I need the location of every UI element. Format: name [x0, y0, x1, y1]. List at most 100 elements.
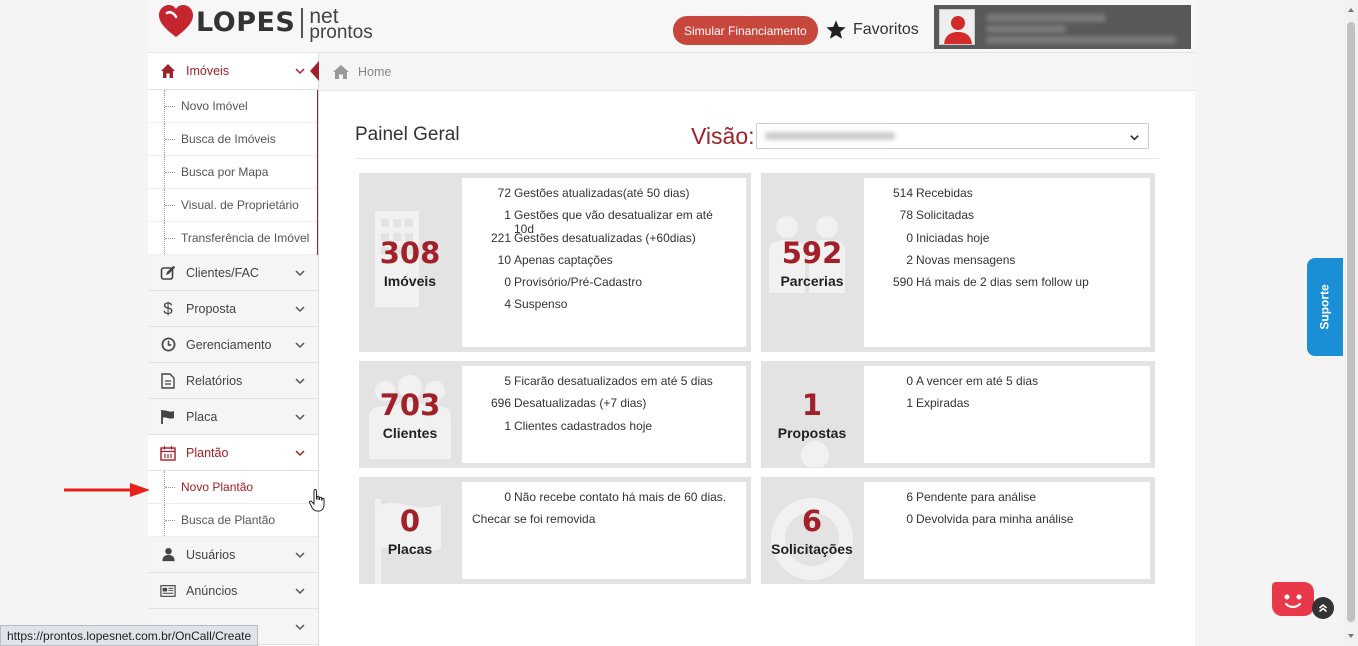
chevron-down-icon [295, 450, 305, 457]
suporte-label: Suporte [1318, 284, 1332, 330]
header: LOPES net prontos Simular Financiamento … [148, 0, 1195, 53]
stat-label: Provisório/Pré-Cadastro [514, 275, 643, 290]
sidebar-item-usuarios[interactable]: Usuários [148, 537, 318, 573]
card-imoveis[interactable]: 308 Imóveis 72 Gestões atualizadas(até 50… [359, 173, 751, 352]
stat-row[interactable]: 78 Solicitadas [874, 208, 1140, 230]
visao-select[interactable] [756, 123, 1149, 149]
card-summary: 592 Parcerias [761, 173, 863, 352]
stat-row[interactable]: 696 Desatualizadas (+7 dias) [472, 396, 736, 418]
sidebar-item-plantao[interactable]: Plantão [148, 435, 318, 471]
stat-row[interactable]: 514 Recebidas [874, 186, 1140, 208]
user-name-redacted [986, 14, 1106, 22]
stat-row[interactable]: 5 Ficarão desatualizados em até 5 dias [472, 374, 736, 396]
card-label: Imóveis [383, 272, 437, 289]
card-summary: 0 Placas [359, 477, 461, 584]
stat-row[interactable]: 1 Expiradas [874, 396, 1140, 418]
sidebar-item-gerenciamento[interactable]: Gerenciamento [148, 327, 318, 363]
logo[interactable]: LOPES net prontos [158, 4, 373, 43]
sidebar-subitem-visual-proprietario[interactable]: Visual. de Proprietário [148, 189, 317, 222]
sidebar-subitem-novo-imovel[interactable]: Novo Imóvel [148, 90, 317, 123]
stat-label: Novas mensagens [916, 252, 1016, 267]
stat-row[interactable]: 2 Novas mensagens [874, 253, 1140, 275]
stat-value: 221 [490, 230, 511, 245]
chevron-down-icon [295, 414, 305, 421]
chevron-down-icon [295, 378, 305, 385]
favorites-link[interactable]: Favoritos [825, 19, 919, 41]
chevron-down-icon [295, 270, 305, 277]
stat-value: 1 [504, 418, 511, 433]
stat-value: 78 [899, 208, 913, 223]
imoveis-submenu: Novo Imóvel Busca de Imóveis Busca por M… [148, 90, 318, 255]
stat-row[interactable]: 1 Clientes cadastrados hoje [472, 419, 736, 441]
stat-label: Iniciadas hoje [916, 230, 990, 245]
page-scrollbar[interactable] [1344, 0, 1358, 646]
stat-label: Devolvida para minha análise [916, 512, 1074, 527]
double-chevron-up-icon [1319, 604, 1327, 613]
card-number: 0 [399, 503, 421, 538]
visao-label: Visão: [691, 123, 755, 149]
stat-row[interactable]: 0 Iniciadas hoje [874, 231, 1140, 253]
stat-row[interactable]: 0A vencer em até 5 dias [874, 374, 1140, 396]
scrollbar-thumb[interactable] [1347, 22, 1355, 622]
avatar [939, 9, 975, 45]
sidebar-subitem-transferencia-imovel[interactable]: Transferência de Imóvel [148, 222, 317, 255]
stat-label: Recebidas [916, 186, 973, 200]
breadcrumb-home[interactable]: Home [358, 65, 391, 79]
sidebar-subitem-busca-imoveis[interactable]: Busca de Imóveis [148, 123, 317, 156]
user-profile[interactable] [934, 5, 1191, 49]
sidebar-subitem-busca-plantao[interactable]: Busca de Plantão [148, 504, 318, 537]
stat-row[interactable]: 1 Gestões que vão desatualizar em até 10d [472, 208, 736, 236]
simular-financiamento-button[interactable]: Simular Financiamento [673, 16, 818, 45]
stat-row[interactable]: 4 Suspenso [472, 297, 736, 319]
flag-icon [160, 409, 176, 425]
card-placas[interactable]: 0 Placas 0 Não recebe contato há mais de … [359, 477, 751, 584]
status-bar-url: https://prontos.lopesnet.com.br/OnCall/C… [0, 625, 259, 646]
annotation-arrow-icon [64, 483, 150, 497]
stat-value: 0 [906, 374, 913, 388]
card-number: 703 [379, 387, 441, 422]
card-clientes[interactable]: 703 Clientes 5 Ficarão desatualizados em … [359, 361, 751, 468]
stat-row[interactable]: 0 Devolvida para minha análise [874, 512, 1140, 534]
sidebar: Imóveis Novo Imóvel Busca de Imóveis Bus… [148, 53, 319, 646]
stat-label: Solicitadas [916, 208, 975, 223]
card-propostas[interactable]: 1 Propostas 0A vencer em até 5 dias 1 Exp… [761, 361, 1155, 468]
card-stats: 72 Gestões atualizadas(até 50 dias) 1 Gest… [462, 178, 746, 347]
card-number: 6 [801, 503, 823, 538]
logo-sub-prontos: prontos [309, 22, 373, 43]
sidebar-item-placa[interactable]: Placa [148, 399, 318, 435]
stat-row[interactable]: 0 Não recebe contato há mais de 60 dias. [472, 490, 736, 512]
stat-value: 1 [504, 208, 511, 223]
sidebar-item-anuncios[interactable]: Anúncios [148, 573, 318, 609]
sidebar-subitem-busca-mapa[interactable]: Busca por Mapa [148, 156, 317, 189]
stat-label: Há mais de 2 dias sem follow up [916, 275, 1089, 290]
stat-row[interactable]: 6 Pendente para análise [874, 490, 1140, 512]
favorites-label: Favoritos [853, 21, 919, 38]
card-number: 1 [801, 387, 823, 422]
scroll-to-top-button[interactable] [1312, 597, 1334, 619]
sidebar-subitem-novo-plantao[interactable]: Novo Plantão [148, 471, 318, 504]
hand-cursor-icon [308, 489, 325, 512]
sidebar-item-proposta[interactable]: $ Proposta [148, 291, 318, 327]
stat-row[interactable]: 0 Provisório/Pré-Cadastro [472, 275, 736, 297]
suporte-tab[interactable]: Suporte [1307, 258, 1343, 356]
card-number: 592 [781, 235, 843, 270]
sidebar-item-clientes[interactable]: Clientes/FAC [148, 255, 318, 291]
sidebar-item-relatorios[interactable]: Relatórios [148, 363, 318, 399]
chat-bot-icon [1284, 594, 1302, 609]
card-solicitacoes[interactable]: 6 Solicitações 6 Pendente para análise 0D… [761, 477, 1155, 584]
card-label: Propostas [777, 424, 847, 441]
home-icon [333, 64, 349, 79]
stat-label: Expiradas [916, 396, 970, 411]
stat-row[interactable]: 590 Há mais de 2 dias sem follow up [874, 275, 1140, 297]
card-summary: 1 Propostas [761, 361, 863, 468]
chat-widget-button[interactable] [1272, 582, 1314, 616]
stat-value: 4 [504, 297, 511, 312]
stat-value: 696 [490, 396, 511, 411]
card-parcerias[interactable]: 592 Parcerias 514 Recebidas 78 Solicitadas… [761, 173, 1155, 352]
page-title: Painel Geral [355, 124, 460, 145]
stat-row[interactable]: 10 Apenas captações [472, 253, 736, 275]
newspaper-icon [160, 583, 176, 599]
sidebar-item-imoveis[interactable]: Imóveis [148, 53, 319, 90]
sidebar-item-label: Plantão [186, 445, 229, 460]
stat-row[interactable]: 72 Gestões atualizadas(até 50 dias) [472, 186, 736, 208]
